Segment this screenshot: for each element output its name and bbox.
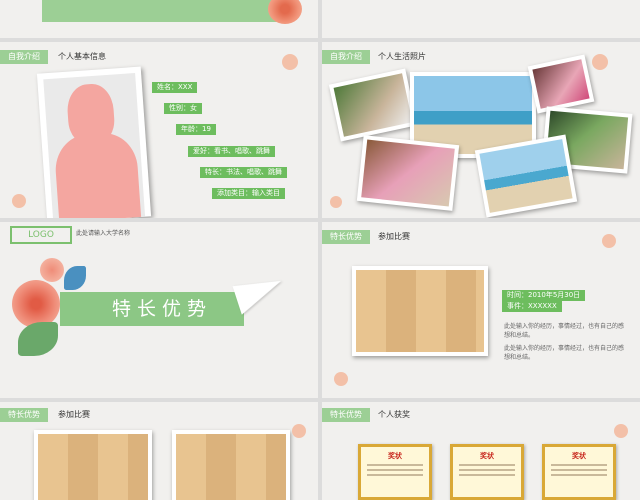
photo-shoes xyxy=(328,68,418,142)
flower-icon xyxy=(12,280,60,328)
flower-icon xyxy=(292,424,306,438)
certificate-title: 奖状 xyxy=(480,452,494,460)
description-1: 此处输入你的经历，事情经过，也有自己的感想和总结。 xyxy=(504,323,625,339)
slide-life-photos[interactable]: 自我介绍 个人生活照片 xyxy=(322,42,640,218)
age-field: 年龄：19 xyxy=(176,124,216,135)
section-heading: 个人获奖 xyxy=(378,410,410,419)
section-heading: 参加比赛 xyxy=(378,232,410,241)
photo-gym-2 xyxy=(172,430,290,500)
skill-field: 特长：书法、唱歌、跳舞 xyxy=(200,167,287,178)
slide-awards[interactable]: 特长优势 个人获奖 奖状 奖状 奖状 xyxy=(322,402,640,500)
section-tag: 特长优势 xyxy=(322,230,370,244)
certificate-title: 奖状 xyxy=(572,452,586,460)
section-tag: 自我介绍 xyxy=(0,50,48,64)
photo-child xyxy=(356,135,460,211)
section-tag: 特长优势 xyxy=(322,408,370,422)
certificate-3: 奖状 xyxy=(542,444,616,500)
category-field: 添加类目：输入类目 xyxy=(212,188,285,199)
section-heading: 参加比赛 xyxy=(58,410,90,419)
photo-gym-1 xyxy=(34,430,152,500)
flower-icon xyxy=(12,194,26,208)
photo-gym xyxy=(352,266,488,356)
portrait-frame xyxy=(36,66,152,218)
section-tag: 自我介绍 xyxy=(322,50,370,64)
flower-icon xyxy=(268,0,302,24)
name-field: 姓名：XXX xyxy=(152,82,198,93)
section-heading: 个人生活照片 xyxy=(378,52,426,61)
flower-icon xyxy=(40,258,64,282)
description-2: 此处输入你的经历，事情经过，也有自己的感想和总结。 xyxy=(504,345,625,361)
hobby-field: 爱好：看书、唱歌、跳舞 xyxy=(188,146,275,157)
certificate-title: 奖状 xyxy=(388,452,402,460)
flower-icon xyxy=(282,54,298,70)
slide-title[interactable]: LOGO 此处请输入大学名称 特长优势 xyxy=(0,222,318,398)
slide-1[interactable] xyxy=(0,0,318,38)
flower-icon xyxy=(330,196,342,208)
certificate-2: 奖状 xyxy=(450,444,524,500)
flower-icon xyxy=(602,234,616,248)
section-heading: 个人基本信息 xyxy=(58,52,106,61)
time-label: 时间：2010年5月30日 xyxy=(502,290,586,301)
section-tag: 特长优势 xyxy=(0,408,48,422)
slide-competition[interactable]: 特长优势 参加比赛 时间：2010年5月30日 事件：XXXXXX 此处输入你的… xyxy=(322,222,640,398)
gender-field: 性别：女 xyxy=(164,103,202,114)
leaf-icon xyxy=(18,322,58,356)
photo-beach-2 xyxy=(474,134,578,218)
flower-icon xyxy=(334,372,348,386)
slide-title-text: 特长优势 xyxy=(112,298,213,320)
leaf-icon xyxy=(64,266,86,290)
paper-plane-icon xyxy=(232,271,288,315)
logo-box: LOGO xyxy=(10,226,72,244)
flower-icon xyxy=(592,54,608,70)
event-label: 事件：XXXXXX xyxy=(502,301,562,312)
flower-icon xyxy=(614,424,628,438)
photo-girl xyxy=(527,54,595,114)
certificate-1: 奖状 xyxy=(358,444,432,500)
green-banner xyxy=(42,0,282,22)
slide-competition-photos[interactable]: 特长优势 参加比赛 xyxy=(0,402,318,500)
university-name: 此处请输入大学名称 xyxy=(76,230,131,237)
slide-2[interactable] xyxy=(322,0,640,38)
slide-personal-info[interactable]: 自我介绍 个人基本信息 姓名：XXX 性别：女 年龄：19 爱好：看书、唱歌、跳… xyxy=(0,42,318,218)
